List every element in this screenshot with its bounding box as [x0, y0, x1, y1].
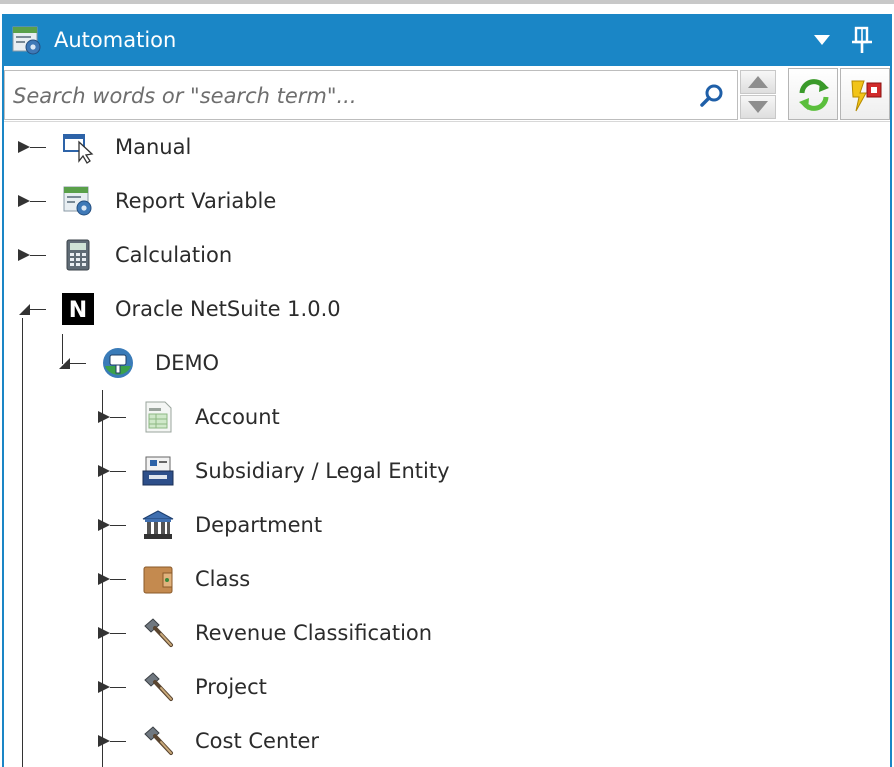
- ledger-sheet-icon: [145, 401, 172, 433]
- triangle-down-icon[interactable]: [810, 28, 834, 52]
- tree-label[interactable]: Subsidiary / Legal Entity: [195, 457, 450, 485]
- refresh-icon: [799, 79, 829, 111]
- cursor-window-icon: [63, 134, 94, 164]
- tree-node-demo[interactable]: DEMO: [0, 343, 890, 383]
- expand-arrow-icon[interactable]: [97, 464, 111, 478]
- pin-icon[interactable]: [848, 25, 876, 55]
- hammer-icon: [144, 672, 173, 701]
- tree-node-project[interactable]: Project: [0, 667, 890, 707]
- refresh-button[interactable]: [788, 68, 838, 120]
- calculator-icon: [66, 239, 90, 271]
- top-divider: [0, 0, 894, 8]
- netsuite-n-icon: N: [62, 293, 94, 325]
- expand-arrow-icon[interactable]: [97, 626, 111, 640]
- tree-label[interactable]: Account: [195, 403, 280, 431]
- tree-connector: [30, 255, 46, 256]
- tree-label[interactable]: Manual: [115, 133, 191, 161]
- tree-label[interactable]: Class: [195, 565, 250, 593]
- hammer-icon: [144, 726, 173, 755]
- tree-node-account[interactable]: Account: [0, 397, 890, 437]
- database-connection-icon: [103, 348, 133, 378]
- collapse-arrow-icon[interactable]: [17, 302, 31, 316]
- magnifier-icon[interactable]: [699, 83, 725, 109]
- expand-arrow-icon[interactable]: [17, 140, 31, 154]
- tree-connector: [110, 471, 126, 472]
- panel-title: Automation: [54, 28, 177, 52]
- filter-lightning-icon: [851, 80, 882, 112]
- search-box[interactable]: [4, 70, 738, 120]
- tree-connector: [30, 147, 46, 148]
- bank-building-icon: [142, 510, 174, 539]
- toolbar-separator: [4, 121, 890, 122]
- tree-connector: [110, 687, 126, 688]
- tree-label[interactable]: Revenue Classification: [195, 619, 432, 647]
- tree-label[interactable]: Project: [195, 673, 267, 701]
- tree-node-calculation[interactable]: Calculation: [0, 235, 890, 275]
- spinner-up-button[interactable]: [740, 70, 776, 94]
- tree-connector: [110, 579, 126, 580]
- tree-label[interactable]: Report Variable: [115, 187, 276, 215]
- search-spinner[interactable]: [740, 70, 776, 120]
- expand-arrow-icon[interactable]: [97, 734, 111, 748]
- tree-node-class[interactable]: Class: [0, 559, 890, 599]
- tree-label[interactable]: Oracle NetSuite 1.0.0: [115, 295, 341, 323]
- search-input[interactable]: [11, 79, 685, 113]
- tree-node-oracle-netsuite[interactable]: N Oracle NetSuite 1.0.0: [0, 289, 890, 329]
- report-gear-icon: [12, 26, 41, 55]
- tree-node-department[interactable]: Department: [0, 505, 890, 545]
- tree-label[interactable]: Calculation: [115, 241, 232, 269]
- tree-label[interactable]: DEMO: [155, 349, 219, 377]
- wallet-icon: [143, 566, 173, 594]
- tree-node-cost-center[interactable]: Cost Center: [0, 721, 890, 761]
- hammer-icon: [144, 618, 173, 647]
- expand-arrow-icon[interactable]: [97, 680, 111, 694]
- arrow-up-icon: [748, 76, 768, 88]
- tree-connector: [30, 201, 46, 202]
- report-gear-icon: [63, 186, 92, 216]
- tree-label[interactable]: Department: [195, 511, 322, 539]
- svg-text:N: N: [69, 298, 87, 323]
- tree-node-revenue-classification[interactable]: Revenue Classification: [0, 613, 890, 653]
- panel-title-bar: Automation: [2, 14, 892, 66]
- tree-connector: [110, 633, 126, 634]
- tree-connector: [110, 525, 126, 526]
- tree-connector: [110, 741, 126, 742]
- expand-arrow-icon[interactable]: [17, 248, 31, 262]
- spinner-down-button[interactable]: [740, 95, 776, 119]
- expand-arrow-icon[interactable]: [97, 518, 111, 532]
- expand-arrow-icon[interactable]: [97, 572, 111, 586]
- collapse-arrow-icon[interactable]: [57, 356, 71, 370]
- arrow-down-icon: [748, 101, 768, 113]
- tree-node-manual[interactable]: Manual: [0, 127, 890, 167]
- tree-connector: [70, 363, 86, 364]
- tree-connector: [30, 309, 46, 310]
- tree-connector: [110, 417, 126, 418]
- tree-label[interactable]: Cost Center: [195, 727, 319, 755]
- printer-register-icon: [142, 456, 174, 486]
- filter-button[interactable]: [840, 68, 890, 120]
- tree-node-subsidiary[interactable]: Subsidiary / Legal Entity: [0, 451, 890, 491]
- expand-arrow-icon[interactable]: [17, 194, 31, 208]
- expand-arrow-icon[interactable]: [97, 410, 111, 424]
- tree-node-report-variable[interactable]: Report Variable: [0, 181, 890, 221]
